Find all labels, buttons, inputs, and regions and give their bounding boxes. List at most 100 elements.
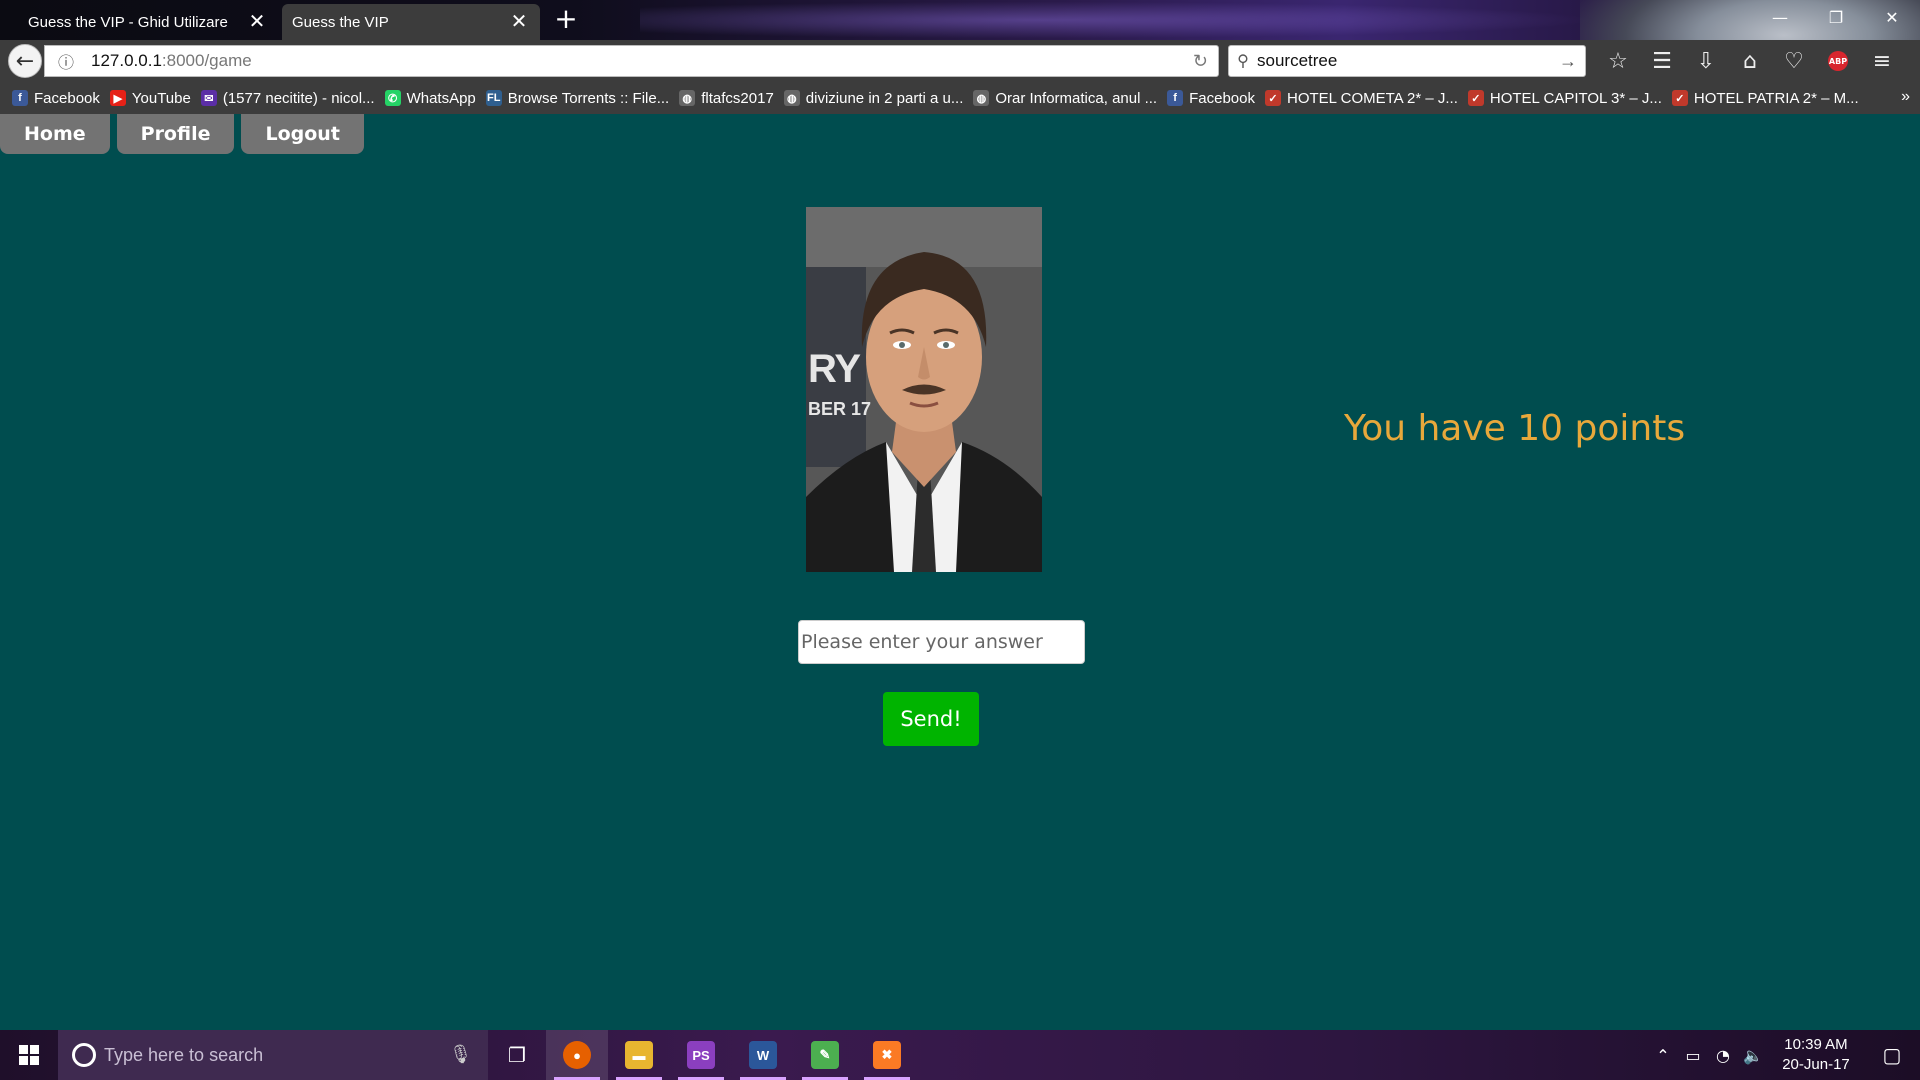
- tab-label: Guess the VIP: [292, 13, 389, 31]
- bookmark-label: YouTube: [131, 89, 191, 107]
- clock[interactable]: 10:39 AM 20-Jun-17: [1768, 1035, 1864, 1075]
- bookmark-item[interactable]: f Facebook: [1167, 90, 1255, 107]
- bookmark-label: Facebook: [34, 89, 100, 107]
- globe-icon: ◍: [973, 90, 990, 106]
- close-window-icon[interactable]: ✕: [1864, 0, 1920, 34]
- bookmarks-overflow-icon[interactable]: »: [1901, 88, 1910, 106]
- bookmark-label: HOTEL COMETA 2* – J...: [1286, 89, 1458, 107]
- clock-date: 20-Jun-17: [1782, 1056, 1850, 1073]
- notification-icon[interactable]: ▢: [1864, 1043, 1920, 1067]
- new-tab-button[interactable]: +: [552, 5, 580, 34]
- taskbar-app-firefox[interactable]: ●: [546, 1030, 608, 1080]
- taskbar-app-xampp[interactable]: ✖: [856, 1030, 918, 1080]
- taskbar-search-placeholder: Type here to search: [104, 1044, 264, 1065]
- bookmark-item[interactable]: ✆ WhatsApp: [384, 89, 476, 107]
- bookmark-item[interactable]: FL Browse Torrents :: File...: [485, 89, 670, 107]
- windows-logo-icon: [19, 1045, 39, 1065]
- restore-icon[interactable]: ❐: [1808, 0, 1864, 34]
- arrow-left-icon: ←: [15, 48, 35, 74]
- bookmark-item[interactable]: ✉ (1577 necitite) - nicol...: [200, 90, 375, 107]
- toolbar-icons: ☆ ☰ ⇩ ⌂ ♡ ABP ≡: [1596, 45, 1904, 77]
- facebook-icon: f: [1167, 90, 1184, 106]
- tab-ghid-utilizare[interactable]: Guess the VIP - Ghid Utilizare ✕: [0, 4, 278, 40]
- answer-input[interactable]: [798, 620, 1085, 664]
- logout-button[interactable]: Logout: [241, 114, 364, 154]
- globe-icon: ◍: [783, 90, 800, 106]
- chevron-up-icon[interactable]: ⌃: [1648, 1046, 1678, 1065]
- microphone-icon[interactable]: 🎙: [449, 1044, 472, 1065]
- search-value: sourcetree: [1257, 51, 1338, 70]
- bookmark-label: WhatsApp: [406, 89, 476, 107]
- bookmark-item[interactable]: f Facebook: [12, 90, 100, 107]
- photo-banner-subtext: BER 17: [808, 399, 872, 419]
- window-controls: — ❐ ✕: [1752, 0, 1920, 36]
- bookmark-item[interactable]: ◍ fltafcs2017: [679, 90, 774, 107]
- taskbar-app-phpstorm[interactable]: PS: [670, 1030, 732, 1080]
- taskbar-app-notepad[interactable]: ✎: [794, 1030, 856, 1080]
- info-icon[interactable]: ⓘ: [53, 48, 79, 74]
- reload-icon[interactable]: ↻: [1193, 51, 1208, 72]
- close-icon[interactable]: ✕: [510, 12, 528, 32]
- close-icon[interactable]: ✕: [248, 12, 266, 32]
- bookmark-item[interactable]: ✓ HOTEL PATRIA 2* – M...: [1671, 90, 1859, 107]
- theme-background: [640, 0, 1640, 40]
- site-navigation: Home Profile Logout: [0, 114, 371, 154]
- taskbar-app-file-explorer[interactable]: ▬: [608, 1030, 670, 1080]
- bookmark-label: diviziune in 2 parti a u...: [805, 89, 964, 107]
- volume-icon[interactable]: 🔈: [1738, 1046, 1768, 1065]
- home-button[interactable]: Home: [0, 114, 110, 154]
- bookmarks-bar: f Facebook ▶ YouTube ✉ (1577 necitite) - nico…: [0, 82, 1920, 114]
- pocket-icon[interactable]: ♡: [1772, 45, 1816, 77]
- xampp-icon: ✖: [873, 1041, 901, 1069]
- browser-title-bar: Guess the VIP - Ghid Utilizare ✕ Guess t…: [0, 0, 1920, 40]
- globe-icon: ◍: [679, 90, 696, 106]
- bookmark-label: fltafcs2017: [701, 89, 774, 107]
- task-view-icon[interactable]: ❐: [488, 1030, 546, 1080]
- navigation-toolbar: ← ⓘ 127.0.0.1:8000/game ↻ ⚲ sourcetree →…: [0, 40, 1920, 82]
- bookmark-item[interactable]: ◍ Orar Informatica, anul ...: [973, 90, 1157, 107]
- hotel-icon: ✓: [1671, 90, 1688, 106]
- search-bar[interactable]: ⚲ sourcetree →: [1228, 45, 1586, 77]
- wifi-icon[interactable]: ◔: [1708, 1046, 1738, 1065]
- mail-icon: ✉: [200, 90, 217, 106]
- phpstorm-icon: PS: [687, 1041, 715, 1069]
- bookmark-label: Browse Torrents :: File...: [507, 89, 670, 107]
- cortana-icon: [72, 1043, 96, 1067]
- taskbar-app-word[interactable]: W: [732, 1030, 794, 1080]
- firefox-icon: ●: [563, 1041, 591, 1069]
- bookmark-item[interactable]: ◍ diviziune in 2 parti a u...: [783, 89, 964, 107]
- points-display: You have 10 points: [1344, 408, 1686, 449]
- home-icon[interactable]: ⌂: [1728, 45, 1772, 77]
- url-bar[interactable]: ⓘ 127.0.0.1:8000/game ↻: [44, 45, 1219, 77]
- torrent-icon: FL: [485, 90, 502, 106]
- search-icon: ⚲: [1237, 53, 1249, 70]
- bookmark-item[interactable]: ▶ YouTube: [109, 89, 191, 107]
- hotel-icon: ✓: [1264, 90, 1281, 106]
- bookmark-star-icon[interactable]: ☆: [1596, 45, 1640, 77]
- send-button[interactable]: Send!: [883, 692, 979, 746]
- download-icon[interactable]: ⇩: [1684, 45, 1728, 77]
- profile-button[interactable]: Profile: [116, 114, 235, 154]
- clock-time: 10:39 AM: [1784, 1036, 1848, 1053]
- hotel-icon: ✓: [1467, 90, 1484, 106]
- start-button[interactable]: [0, 1030, 58, 1080]
- minimize-icon[interactable]: —: [1752, 0, 1808, 34]
- taskbar-search[interactable]: Type here to search 🎙: [58, 1030, 488, 1080]
- menu-icon[interactable]: ≡: [1860, 45, 1904, 77]
- windows-taskbar: Type here to search 🎙 ❐ ● ▬ PS W ✎ ✖ ⌃ ▭ ◔ 🔈 …: [0, 1030, 1920, 1080]
- notepad-icon: ✎: [811, 1041, 839, 1069]
- adblock-icon[interactable]: ABP: [1816, 45, 1860, 77]
- photo-banner-text: RY: [808, 347, 861, 391]
- reading-list-icon[interactable]: ☰: [1640, 45, 1684, 77]
- taskbar-apps: ● ▬ PS W ✎ ✖: [546, 1030, 918, 1080]
- bookmark-item[interactable]: ✓ HOTEL COMETA 2* – J...: [1264, 89, 1458, 107]
- celebrity-photo: RY BER 17: [806, 207, 1042, 572]
- bookmark-label: HOTEL CAPITOL 3* – J...: [1489, 89, 1662, 107]
- file-explorer-icon: ▬: [625, 1041, 653, 1069]
- tab-guess-the-vip[interactable]: Guess the VIP ✕: [282, 4, 540, 40]
- battery-icon[interactable]: ▭: [1678, 1046, 1708, 1065]
- bookmark-label: Facebook: [1189, 89, 1255, 107]
- bookmark-item[interactable]: ✓ HOTEL CAPITOL 3* – J...: [1467, 89, 1662, 107]
- back-button[interactable]: ←: [8, 44, 42, 78]
- arrow-right-icon[interactable]: →: [1559, 51, 1577, 72]
